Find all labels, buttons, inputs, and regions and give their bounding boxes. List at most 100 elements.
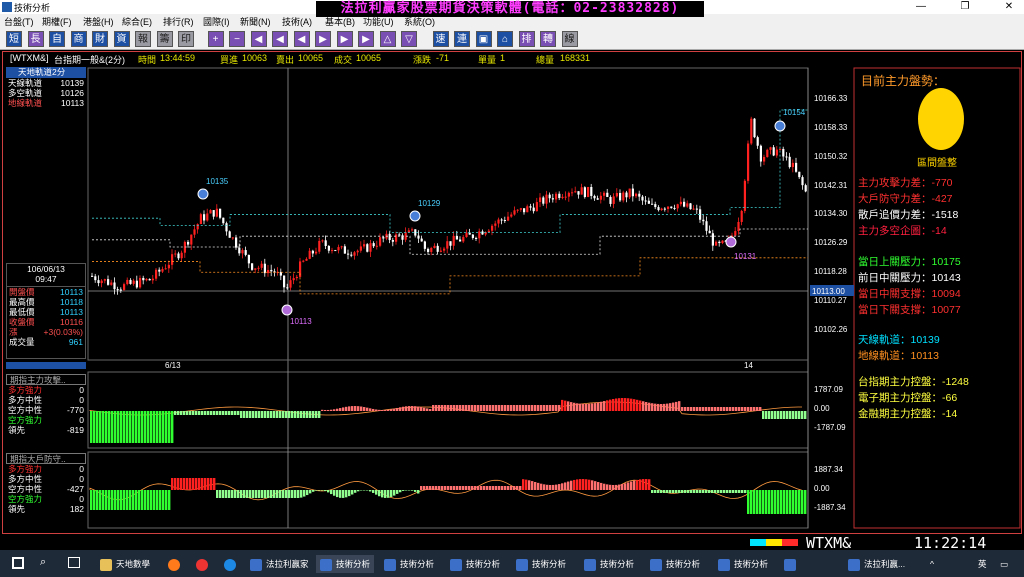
vol-value: 1	[500, 53, 506, 63]
pressure-item-1: 前日中關壓力：10143	[858, 272, 961, 284]
orbit-item-0: 天線軌道：10139	[858, 334, 940, 346]
toolbar-button[interactable]: 連	[454, 31, 470, 47]
total-value: 168331	[560, 53, 591, 63]
toolbar-button[interactable]: 財	[92, 31, 108, 47]
defense-panel-legend: 期指大戶防守.. 多方強力 0 多方中性 0 空方中性 -427 空方強力 0 領先 18…	[6, 453, 86, 514]
menu-taipan[interactable]: 台盤(T)	[4, 15, 34, 28]
maximize-button[interactable]: ❐	[950, 0, 980, 14]
tray-chevron-icon[interactable]: ^	[930, 555, 934, 573]
toolbar-button[interactable]: 速	[432, 31, 449, 47]
search-icon[interactable]: ⌕	[40, 556, 46, 569]
toolbar-button[interactable]: 排	[518, 31, 535, 47]
ohlc-row: 開盤價 10113	[9, 287, 83, 297]
app-icon	[250, 558, 262, 571]
orbit-panel: 天地軌道2分 天線軌道 10139 多空軌道 10126 地線軌道 10113	[6, 67, 86, 111]
chart-app-icon	[384, 558, 396, 571]
taskbar-ferrari[interactable]: 法拉利贏家	[250, 555, 309, 573]
toolbar-button[interactable]: ◀	[293, 31, 310, 47]
toolbar-button[interactable]: ⌂	[497, 31, 513, 47]
menu-news[interactable]: 新聞(N)	[240, 15, 271, 28]
toolbar-button[interactable]: 長	[27, 31, 44, 47]
taskbar-tech[interactable]: 技術分析	[450, 555, 500, 573]
ime-indicator[interactable]: 英	[978, 555, 987, 573]
orbit-row: 地線軌道 10113	[8, 98, 84, 108]
taskbar-tech-active[interactable]: 技術分析	[316, 555, 375, 573]
taskbar-tech[interactable]	[784, 555, 800, 573]
force-item-1: 大戶防守力差：-427	[858, 193, 953, 205]
menu-rank[interactable]: 排行(R)	[163, 15, 194, 28]
attack-panel-legend: 期指主力攻擊.. 多方強力 0 多方中性 0 空方中性 -770 空方強力 0 領先 -8…	[6, 374, 86, 435]
toolbar-button[interactable]: 資	[113, 31, 130, 47]
firefox-icon[interactable]	[168, 555, 184, 573]
ohlc-panel: 開盤價 10113 最高價 10118 最低價 10113 收盤價 10116 漲 +3(…	[6, 287, 86, 359]
legend-row: 空方中性 -770	[8, 405, 84, 415]
taskbar-tech[interactable]: 技術分析	[516, 555, 566, 573]
menu-tech[interactable]: 技術(A)	[282, 15, 312, 28]
taskbar-tech[interactable]: 技術分析	[384, 555, 434, 573]
toolbar-button[interactable]: ▽	[401, 31, 417, 47]
ohlc-row: 漲 +3(0.03%)	[9, 327, 83, 337]
toolbar-button[interactable]: 報	[135, 31, 151, 47]
toolbar-button[interactable]: 線	[561, 31, 578, 47]
toolbar-button[interactable]: ▣	[475, 31, 492, 47]
attack-panel-title: 期指主力攻擊..	[6, 374, 86, 385]
toolbar-button[interactable]: 商	[70, 31, 87, 47]
toolbar-button[interactable]: −	[229, 31, 245, 47]
toolbar-button[interactable]: 自	[49, 31, 65, 47]
taskbar: ⌕ 天地數學 法拉利贏家 技術分析 技術分析 技術分析 技術分析 技術分析 技術…	[0, 550, 1024, 577]
orbit-title: 天地軌道2分	[6, 67, 86, 78]
menu-futures[interactable]: 期權(F)	[42, 15, 72, 28]
toolbar-button[interactable]: 籌	[156, 31, 173, 47]
windows-start-icon[interactable]	[12, 557, 24, 569]
close-button[interactable]: ✕	[994, 0, 1024, 14]
taskbar-tech[interactable]: 技術分析	[650, 555, 700, 573]
defense-panel-title: 期指大戶防守..	[6, 453, 86, 464]
status-indicator	[766, 539, 782, 546]
legend-row: 多方強力 0	[8, 464, 84, 474]
orbit-item-1: 地線軌道：10113	[858, 350, 939, 362]
toolbar-button[interactable]: ◀	[272, 31, 288, 47]
taskbar-ferrari2[interactable]: 法拉利贏...	[848, 555, 905, 573]
toolbar-button[interactable]: △	[379, 31, 396, 47]
menu-composite[interactable]: 綜合(E)	[122, 15, 152, 28]
taskbar-tech[interactable]: 技術分析	[584, 555, 634, 573]
orbit-row: 天線軌道 10139	[8, 78, 84, 88]
app-icon	[848, 558, 860, 571]
main-force-title: 目前主力盤勢：	[861, 74, 946, 88]
status-bar: WTXM& 11:22:14	[0, 534, 1024, 552]
cursor-time: 09:47	[35, 274, 57, 284]
toolbar-button[interactable]: +	[207, 31, 224, 47]
vol-label: 單量	[478, 55, 497, 65]
legend-row: 多方中性 0	[8, 395, 84, 405]
legend-row: 多方強力 0	[8, 385, 84, 395]
toolbar-button[interactable]: ▶	[336, 31, 353, 47]
toolbar-button[interactable]: ◀	[250, 31, 267, 47]
chrome-icon[interactable]	[196, 555, 212, 573]
buy-value: 10063	[242, 53, 268, 63]
toolbar-button[interactable]: ▶	[315, 31, 331, 47]
toolbar-button[interactable]: 短	[6, 31, 22, 47]
orbit-row: 多空軌道 10126	[8, 88, 84, 98]
toolbar-button[interactable]: 印	[178, 31, 194, 47]
menu-hk[interactable]: 港盤(H)	[83, 15, 114, 28]
chart-app-icon	[584, 558, 596, 571]
notification-icon[interactable]: ▭	[1000, 555, 1008, 573]
toolbar-button[interactable]: ▶	[358, 31, 374, 47]
chart-app-icon	[516, 558, 528, 571]
ie-icon[interactable]	[224, 555, 240, 573]
taskbar-folder[interactable]: 天地數學	[100, 555, 150, 573]
taskbar-tech[interactable]: 技術分析	[718, 555, 768, 573]
chg-value: -71	[436, 53, 450, 63]
cursor-datetime: 106/06/13 09:47	[6, 263, 86, 287]
ohlc-row: 成交量 961	[9, 337, 83, 347]
force-item-3: 主力多空企圖：-14	[858, 225, 947, 237]
window-title: 技術分析	[14, 3, 51, 13]
menu-intl[interactable]: 國際(I)	[203, 15, 230, 28]
control-item-0: 台指期主力控盤：-1248	[858, 376, 969, 388]
legend-row: 空方強力 0	[8, 415, 84, 425]
legend-row: 領先 -819	[8, 425, 84, 435]
task-view-icon[interactable]	[68, 557, 80, 568]
minimize-button[interactable]: —	[906, 0, 936, 14]
control-item-1: 電子期主力控盤：-66	[858, 392, 958, 404]
toolbar-button[interactable]: 轉	[540, 31, 556, 47]
